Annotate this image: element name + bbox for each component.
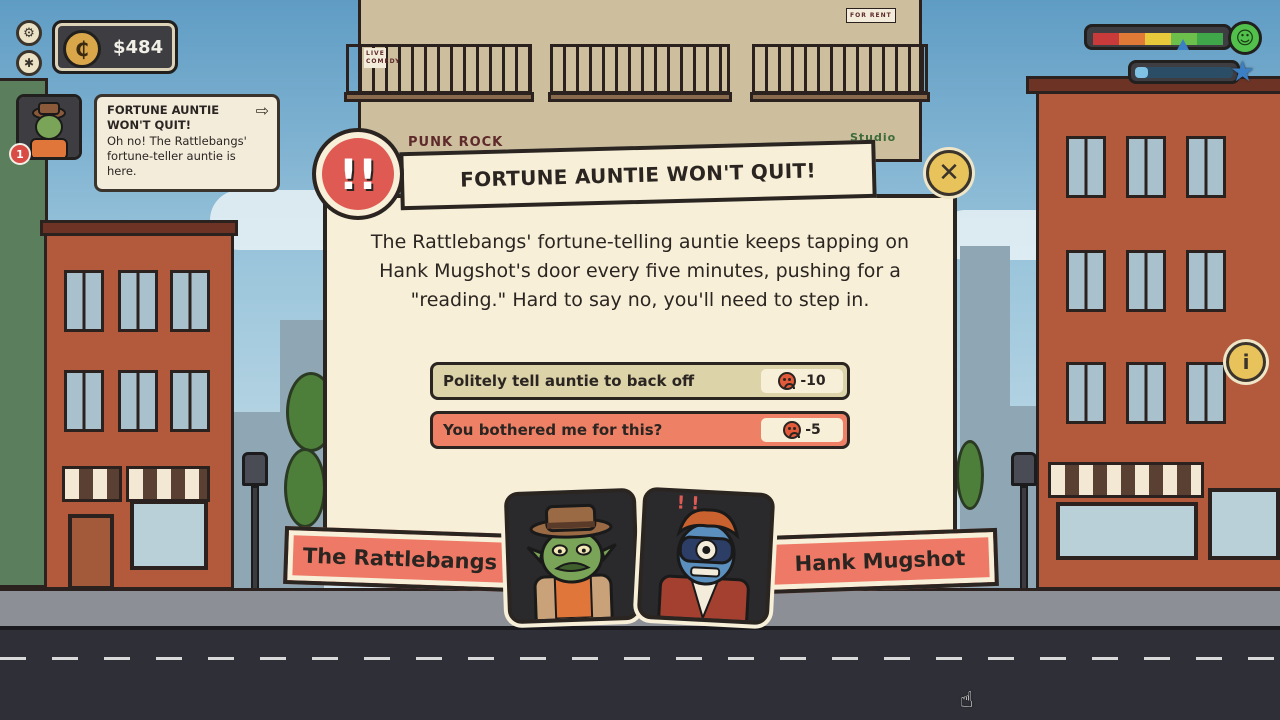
balcony xyxy=(752,44,928,94)
punk-rock-sign: PUNK ROCK xyxy=(408,135,504,150)
frown-face-icon xyxy=(778,372,797,390)
mood-segment xyxy=(1119,33,1145,45)
shop-awning xyxy=(62,466,122,502)
window xyxy=(118,370,158,432)
balcony-floor xyxy=(750,92,930,102)
choice-button-back-off[interactable]: Politely tell auntie to back off -10 xyxy=(430,362,850,400)
window xyxy=(170,270,210,332)
live-comedy-poster: LIVE COMEDY xyxy=(364,48,399,68)
balcony-floor xyxy=(344,92,534,102)
street-lamp-head xyxy=(242,452,268,486)
window xyxy=(1186,136,1226,198)
hank-mugshot-portrait: ! ! xyxy=(636,486,776,626)
info-button[interactable]: i xyxy=(1226,342,1266,382)
arrow-right-icon[interactable]: ⇨ xyxy=(256,101,269,120)
window xyxy=(1126,250,1166,312)
choice-cost: -10 xyxy=(761,369,843,393)
road-lane-marking xyxy=(0,657,1280,660)
notification-body: Oh no! The Rattlebangs' fortune-teller a… xyxy=(107,134,247,178)
mood-segment xyxy=(1197,33,1223,45)
coin-icon: ₵ xyxy=(63,30,101,68)
left-party-banner: The Rattlebangs xyxy=(283,525,517,593)
xp-fill xyxy=(1135,67,1148,78)
goblin-character-art xyxy=(507,491,637,625)
choice-label: Politely tell auntie to back off xyxy=(443,372,695,390)
notification-count-badge: 1 xyxy=(9,143,31,165)
close-button[interactable]: ✕ xyxy=(926,150,972,196)
settings-icon[interactable]: ⚙ xyxy=(16,20,42,46)
shop-awning xyxy=(126,466,210,502)
money-value: $484 xyxy=(113,37,164,58)
hank-character-art: ! ! xyxy=(640,490,772,626)
cost-value: -5 xyxy=(805,422,821,438)
left-party-name: The Rattlebangs xyxy=(302,543,498,575)
shop-window xyxy=(130,500,208,570)
dialog-title: FORTUNE AUNTIE WON'T QUIT! xyxy=(459,158,817,192)
mood-marker xyxy=(1177,39,1189,50)
mood-meter xyxy=(1084,24,1232,50)
window xyxy=(1126,136,1166,198)
svg-text:! !: ! ! xyxy=(676,492,700,514)
window xyxy=(1066,136,1106,198)
road xyxy=(0,626,1280,720)
dialog-description: The Rattlebangs' fortune-telling auntie … xyxy=(370,231,910,311)
notification-title: FORTUNE AUNTIE WON'T QUIT! xyxy=(107,103,220,132)
frown-face-icon xyxy=(783,421,802,439)
choice-cost: -5 xyxy=(761,418,843,442)
xp-track xyxy=(1135,67,1233,78)
bug-icon[interactable]: ✱ xyxy=(16,50,42,76)
alert-icon: !! xyxy=(312,128,404,220)
star-icon: ★ xyxy=(1230,55,1256,88)
balcony-floor xyxy=(548,92,732,102)
tree xyxy=(284,448,326,528)
mood-segment xyxy=(1145,33,1171,45)
happy-face-icon: ☺ xyxy=(1228,21,1262,55)
money-display: ₵ $484 xyxy=(52,20,178,74)
shop-window xyxy=(1056,502,1198,560)
window xyxy=(1126,362,1166,424)
window xyxy=(64,370,104,432)
for-rent-sign: FOR RENT xyxy=(846,8,896,23)
notification-card[interactable]: FORTUNE AUNTIE WON'T QUIT! Oh no! The Ra… xyxy=(94,94,280,192)
window xyxy=(1186,250,1226,312)
shop-awning xyxy=(1048,462,1204,498)
window xyxy=(1066,250,1106,312)
rattlebangs-portrait xyxy=(503,487,641,625)
right-party-banner: Hank Mugshot xyxy=(761,527,999,595)
xp-bar xyxy=(1128,60,1240,84)
window xyxy=(1066,362,1106,424)
balcony xyxy=(550,44,730,94)
window xyxy=(1186,362,1226,424)
window xyxy=(118,270,158,332)
shop-window xyxy=(1208,488,1280,560)
right-party-name: Hank Mugshot xyxy=(794,546,966,576)
mood-segment xyxy=(1093,33,1119,45)
choice-button-bothered[interactable]: You bothered me for this? -5 xyxy=(430,411,850,449)
left-building-cornice xyxy=(40,220,238,236)
hand-cursor-icon: ☝ xyxy=(960,688,974,713)
street-lamp-head xyxy=(1011,452,1037,486)
tree xyxy=(956,440,984,510)
cost-value: -10 xyxy=(800,373,826,389)
shop-door xyxy=(68,514,114,590)
window xyxy=(170,370,210,432)
window xyxy=(64,270,104,332)
choice-label: You bothered me for this? xyxy=(443,421,663,439)
